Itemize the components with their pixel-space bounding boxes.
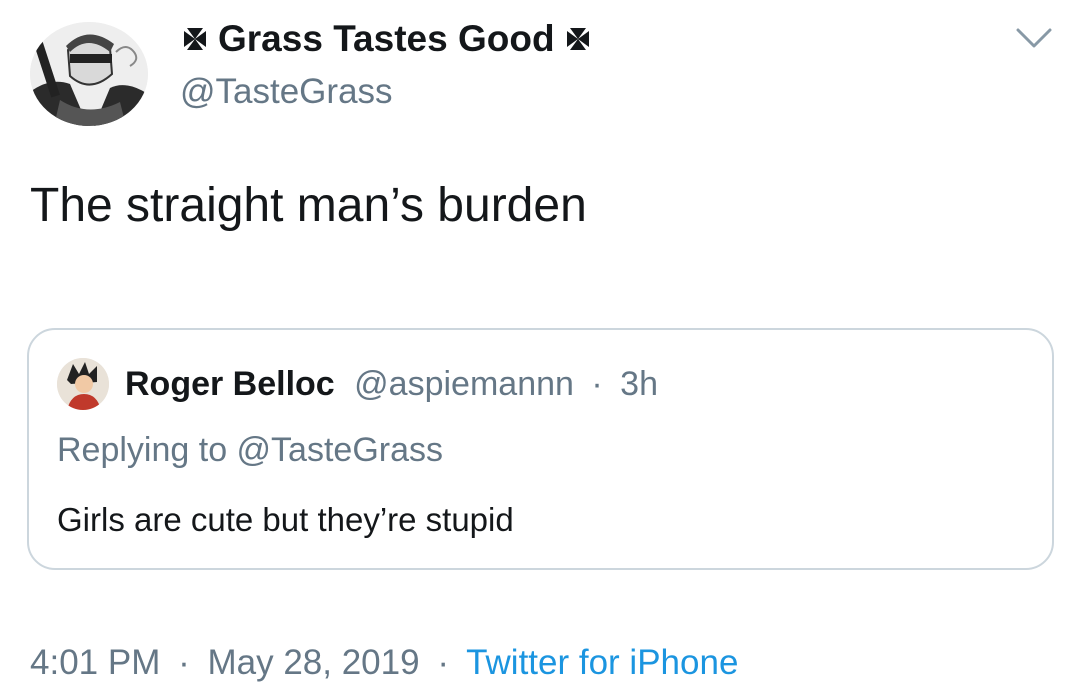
quoted-tweet-text: Girls are cute but they’re stupid [57,501,514,538]
footer-separator: · [178,643,190,682]
quoted-author-avatar[interactable] [57,358,109,410]
footer-time[interactable]: 4:01 PM [30,643,160,682]
quoted-display-name[interactable]: Roger Belloc [125,365,335,403]
maltese-cross-icon [563,24,593,54]
footer-date[interactable]: May 28, 2019 [207,643,419,682]
quoted-timestamp[interactable]: 3h [620,365,658,403]
author-display-name: Grass Tastes Good [218,18,555,59]
replying-to-line: Replying to @TasteGrass [57,431,444,469]
author-name-row[interactable]: Grass Tastes Good [180,14,593,64]
meta-separator: · [591,365,603,403]
maltese-cross-icon [180,24,210,54]
avatar-image [30,22,148,126]
footer-source-link[interactable]: Twitter for iPhone [466,643,738,682]
quoted-handle[interactable]: @aspiemannn [354,365,574,403]
quoted-tweet-card[interactable]: Roger Belloc @aspiemannn · 3h Replying t… [27,328,1054,570]
footer-separator: · [437,643,449,682]
chevron-down-icon[interactable] [1014,26,1054,50]
author-handle[interactable]: @TasteGrass [180,70,393,114]
author-avatar[interactable] [30,22,148,126]
tweet-footer: 4:01 PM · May 28, 2019 · Twitter for iPh… [30,640,738,686]
quoted-header: Roger Belloc @aspiemannn · 3h [125,362,658,406]
tweet-text: The straight man’s burden [30,179,587,232]
avatar-image [57,358,109,410]
